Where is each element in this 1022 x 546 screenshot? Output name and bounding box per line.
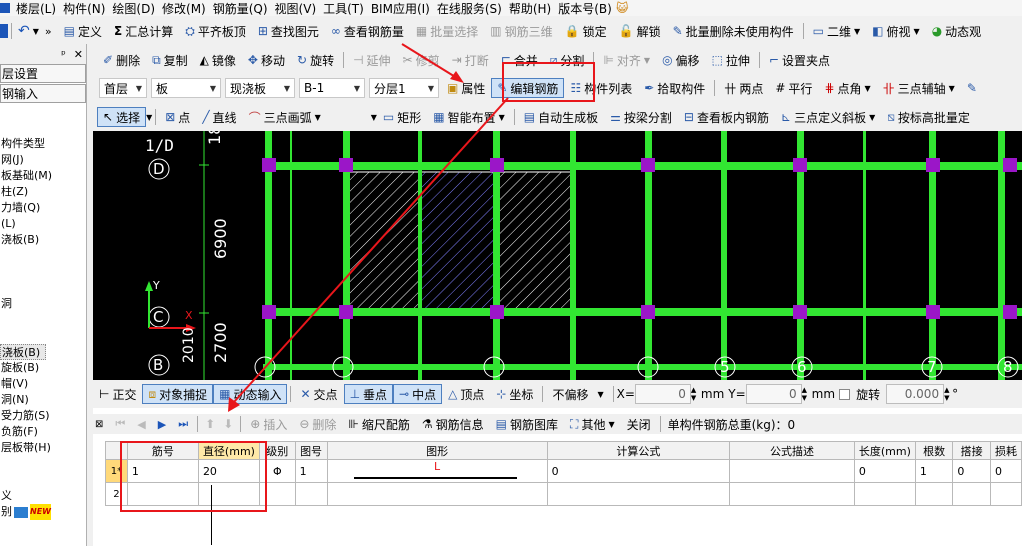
annotation-arrows [228,43,509,412]
arrow-head-2 [228,397,240,412]
arrow-head-1 [450,71,464,83]
arrow-line-1 [401,43,458,79]
arrow-line-2 [233,97,509,403]
